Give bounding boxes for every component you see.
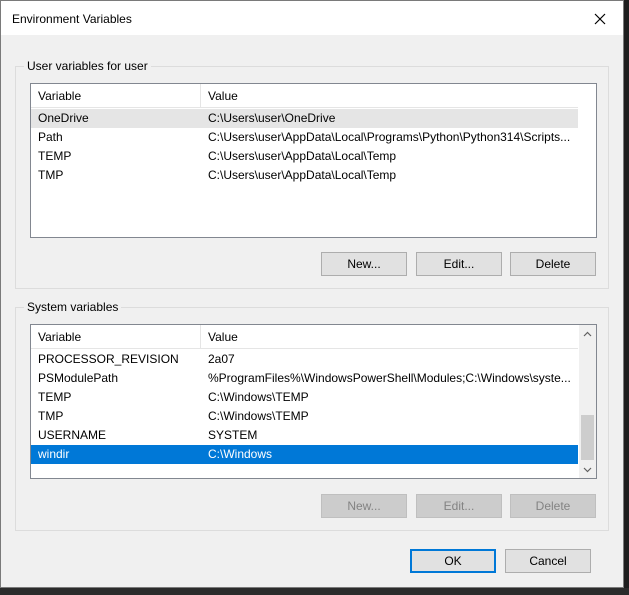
table-row[interactable]: Path C:\Users\user\AppData\Local\Program… xyxy=(31,128,578,147)
close-button[interactable] xyxy=(583,6,617,32)
environment-variables-dialog: Environment Variables User variables for… xyxy=(0,0,624,588)
value-cell: 2a07 xyxy=(208,352,235,366)
scroll-down-button[interactable] xyxy=(579,461,596,478)
table-row[interactable]: USERNAME SYSTEM xyxy=(31,426,578,445)
table-row[interactable]: TMP C:\Windows\TEMP xyxy=(31,407,578,426)
title-bar: Environment Variables xyxy=(1,1,623,35)
variable-cell: Path xyxy=(38,130,63,144)
variable-cell: OneDrive xyxy=(38,111,89,125)
scrollbar-thumb[interactable] xyxy=(581,415,594,460)
window-title: Environment Variables xyxy=(12,12,132,26)
column-header-value[interactable]: Value xyxy=(201,325,238,349)
list-header: Variable Value xyxy=(31,84,578,108)
table-row[interactable]: TEMP C:\Users\user\AppData\Local\Temp xyxy=(31,147,578,166)
cancel-button[interactable]: Cancel xyxy=(505,549,591,573)
system-delete-button[interactable]: Delete xyxy=(510,494,596,518)
column-header-value[interactable]: Value xyxy=(201,84,238,108)
user-delete-button[interactable]: Delete xyxy=(510,252,596,276)
user-edit-button[interactable]: Edit... xyxy=(416,252,502,276)
value-cell: C:\Windows\TEMP xyxy=(208,390,309,404)
value-cell: C:\Windows\TEMP xyxy=(208,409,309,423)
table-row[interactable]: OneDrive C:\Users\user\OneDrive xyxy=(31,109,578,128)
value-cell: C:\Users\user\AppData\Local\Temp xyxy=(208,149,397,163)
system-variables-list[interactable]: Variable Value PROCESSOR_REVISION 2a07 P… xyxy=(30,324,597,479)
vertical-scrollbar[interactable] xyxy=(579,325,596,478)
variable-cell: TEMP xyxy=(38,149,72,163)
variable-cell: PROCESSOR_REVISION xyxy=(38,352,179,366)
system-edit-button[interactable]: Edit... xyxy=(416,494,502,518)
desktop-background xyxy=(0,588,629,595)
chevron-down-icon xyxy=(583,467,592,472)
variable-cell: TMP xyxy=(38,168,64,182)
variable-cell: PSModulePath xyxy=(38,371,119,385)
value-cell: C:\Users\user\OneDrive xyxy=(208,111,336,125)
close-icon xyxy=(594,13,606,25)
table-row[interactable]: PSModulePath %ProgramFiles%\WindowsPower… xyxy=(31,369,578,388)
column-header-variable[interactable]: Variable xyxy=(31,84,201,108)
value-cell: C:\Windows xyxy=(208,447,273,461)
list-header: Variable Value xyxy=(31,325,578,349)
variable-cell: TEMP xyxy=(38,390,72,404)
value-cell: SYSTEM xyxy=(208,428,258,442)
table-row[interactable]: TEMP C:\Windows\TEMP xyxy=(31,388,578,407)
chevron-up-icon xyxy=(583,331,592,336)
variable-cell: TMP xyxy=(38,409,64,423)
column-header-variable[interactable]: Variable xyxy=(31,325,201,349)
table-row[interactable]: PROCESSOR_REVISION 2a07 xyxy=(31,350,578,369)
variable-cell: windir xyxy=(38,447,70,461)
user-new-button[interactable]: New... xyxy=(321,252,407,276)
table-row[interactable]: TMP C:\Users\user\AppData\Local\Temp xyxy=(31,166,578,185)
system-variables-label: System variables xyxy=(24,300,122,314)
ok-button[interactable]: OK xyxy=(410,549,496,573)
system-new-button[interactable]: New... xyxy=(321,494,407,518)
value-cell: %ProgramFiles%\WindowsPowerShell\Modules… xyxy=(208,371,571,385)
user-variables-list[interactable]: Variable Value OneDrive C:\Users\user\On… xyxy=(30,83,597,238)
user-variables-label: User variables for user xyxy=(24,59,151,73)
value-cell: C:\Users\user\AppData\Local\Temp xyxy=(208,168,397,182)
scroll-up-button[interactable] xyxy=(579,325,596,342)
value-cell: C:\Users\user\AppData\Local\Programs\Pyt… xyxy=(208,130,571,144)
variable-cell: USERNAME xyxy=(38,428,107,442)
table-row-selected[interactable]: windir C:\Windows xyxy=(31,445,578,464)
